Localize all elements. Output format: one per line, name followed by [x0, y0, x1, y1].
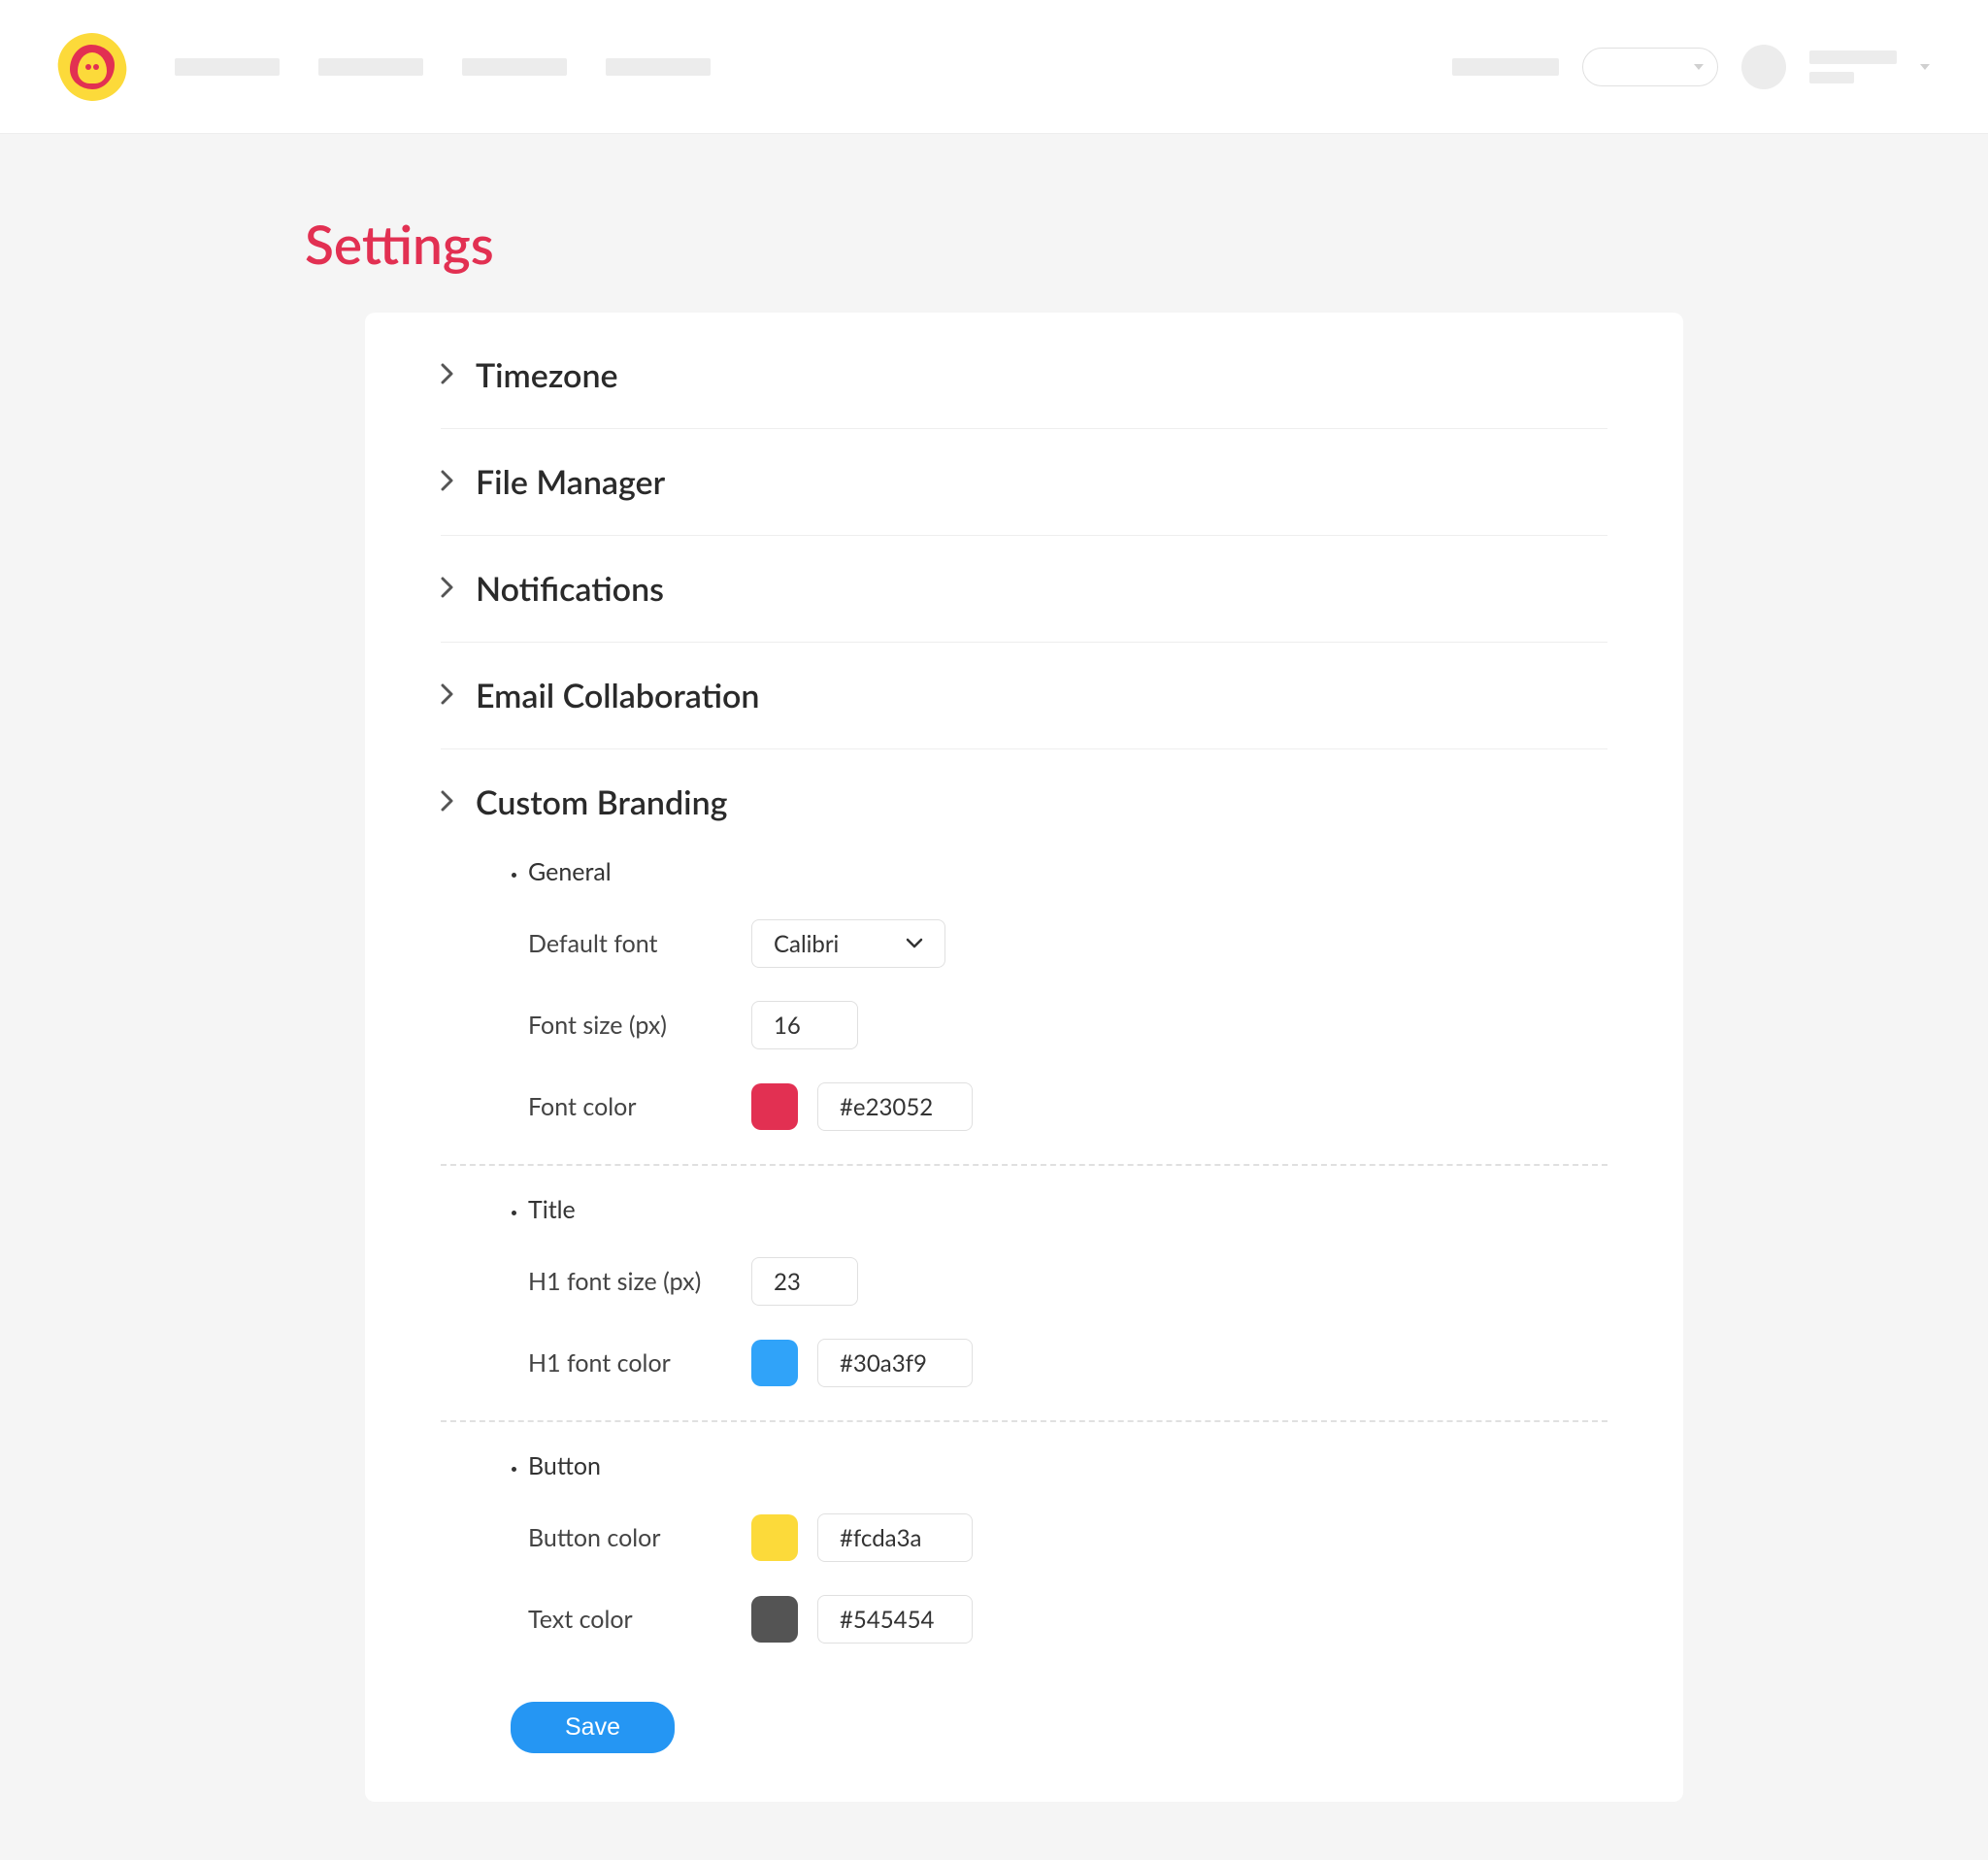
h1-font-color-input[interactable] — [817, 1339, 973, 1387]
section-title: Timezone — [476, 355, 618, 395]
button-color-input[interactable] — [817, 1513, 973, 1562]
section-title: File Manager — [476, 462, 665, 502]
section-custom-branding[interactable]: Custom Branding — [441, 749, 1607, 832]
nav-placeholder[interactable] — [318, 58, 423, 76]
chevron-right-icon — [441, 363, 454, 388]
chevron-down-icon — [1694, 64, 1704, 70]
nav-placeholder[interactable] — [606, 58, 711, 76]
section-timezone[interactable]: Timezone — [441, 322, 1607, 429]
nav-links — [175, 58, 711, 76]
separator — [441, 1420, 1607, 1422]
text-color-swatch[interactable] — [751, 1596, 798, 1643]
header-dropdown[interactable] — [1582, 48, 1718, 86]
font-color-label: Font color — [528, 1092, 751, 1121]
section-title: Custom Branding — [476, 782, 727, 822]
h1-font-color-label: H1 font color — [528, 1348, 751, 1378]
section-email-collaboration[interactable]: Email Collaboration — [441, 643, 1607, 749]
chevron-right-icon — [441, 683, 454, 709]
section-title: Email Collaboration — [476, 676, 760, 715]
nav-placeholder[interactable] — [175, 58, 280, 76]
text-color-input[interactable] — [817, 1595, 973, 1644]
button-color-label: Button color — [528, 1523, 751, 1552]
user-info — [1809, 50, 1897, 83]
h1-font-color-swatch[interactable] — [751, 1340, 798, 1386]
default-font-label: Default font — [528, 929, 751, 958]
default-font-value: Calibri — [774, 930, 839, 958]
h1-font-size-input[interactable] — [751, 1257, 858, 1306]
settings-card: Timezone File Manager Notifications Emai… — [365, 313, 1683, 1802]
default-font-select[interactable]: Calibri — [751, 919, 945, 968]
font-size-input[interactable] — [751, 1001, 858, 1049]
button-color-swatch[interactable] — [751, 1514, 798, 1561]
app-logo[interactable] — [58, 33, 126, 101]
nav-placeholder[interactable] — [462, 58, 567, 76]
h1-font-size-label: H1 font size (px) — [528, 1267, 751, 1296]
chevron-down-icon — [906, 938, 923, 949]
nav-placeholder — [1452, 58, 1559, 76]
group-button-label: Button — [528, 1451, 1607, 1480]
section-notifications[interactable]: Notifications — [441, 536, 1607, 643]
chevron-right-icon — [441, 577, 454, 602]
group-title-label: Title — [528, 1195, 1607, 1224]
separator — [441, 1164, 1607, 1166]
top-navigation — [0, 0, 1988, 134]
text-color-label: Text color — [528, 1605, 751, 1634]
section-title: Notifications — [476, 569, 664, 609]
section-file-manager[interactable]: File Manager — [441, 429, 1607, 536]
chevron-right-icon — [441, 470, 454, 495]
save-button[interactable]: Save — [511, 1702, 675, 1753]
chevron-right-icon — [441, 790, 454, 815]
avatar[interactable] — [1741, 45, 1786, 89]
font-color-input[interactable] — [817, 1082, 973, 1131]
font-size-label: Font size (px) — [528, 1011, 751, 1040]
group-general-label: General — [528, 857, 1607, 886]
page-title: Settings — [305, 212, 1683, 276]
chevron-down-icon[interactable] — [1920, 64, 1930, 70]
font-color-swatch[interactable] — [751, 1083, 798, 1130]
